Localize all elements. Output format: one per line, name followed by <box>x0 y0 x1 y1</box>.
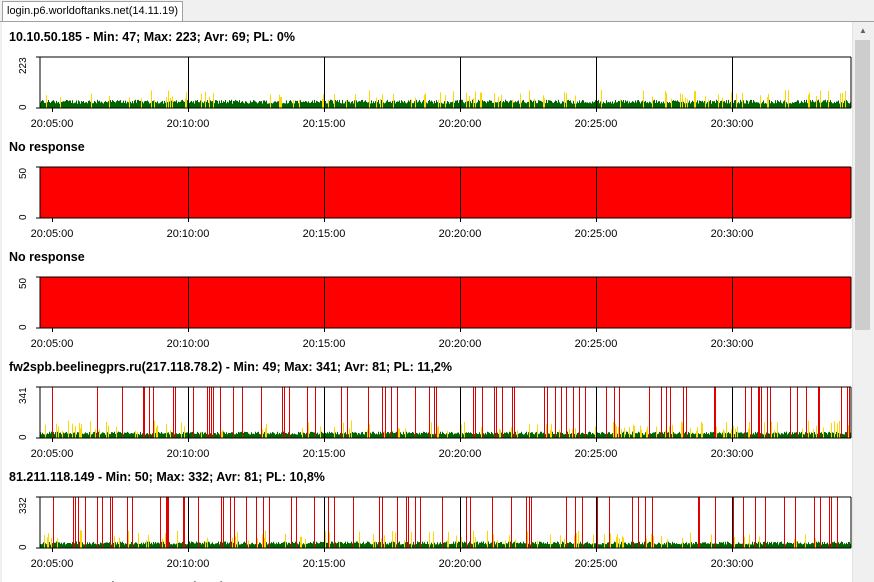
tab-bar: login.p6.worldoftanks.net(14.11.19) <box>0 0 874 22</box>
x-tick-label: 20:30:00 <box>711 448 754 460</box>
y-axis-max-label: 50 <box>18 277 29 289</box>
x-tick-label: 20:05:00 <box>31 338 74 350</box>
triangle-up-icon[interactable]: ▲ <box>853 22 873 39</box>
x-tick-label: 20:20:00 <box>439 228 482 240</box>
y-axis-max-label: 50 <box>18 167 29 179</box>
x-tick-label: 20:10:00 <box>167 558 210 570</box>
ping-charts: 10.10.50.185 - Min: 47; Max: 223; Avr: 6… <box>9 30 852 582</box>
scrollbar-thumb[interactable] <box>855 40 870 330</box>
y-axis-min-label: 0 <box>18 324 29 330</box>
x-tick-label: 20:05:00 <box>31 118 74 130</box>
x-tick-label: 20:25:00 <box>575 228 618 240</box>
x-tick-label: 20:10:00 <box>167 118 210 130</box>
x-tick-label: 20:05:00 <box>31 448 74 460</box>
x-tick-label: 20:15:00 <box>303 448 346 460</box>
chart-title: 81.211.118.149 - Min: 50; Max: 332; Avr:… <box>9 470 325 484</box>
x-tick-label: 20:15:00 <box>303 338 346 350</box>
no-response-fill <box>40 167 851 218</box>
x-tick-label: 20:20:00 <box>439 448 482 460</box>
tab-login-host[interactable]: login.p6.worldoftanks.net(14.11.19) <box>2 1 184 21</box>
x-tick-label: 20:30:00 <box>711 118 754 130</box>
x-tick-label: 20:30:00 <box>711 338 754 350</box>
x-tick-label: 20:20:00 <box>439 558 482 570</box>
x-tick-label: 20:25:00 <box>575 448 618 460</box>
no-response-fill <box>40 277 851 328</box>
x-tick-label: 20:30:00 <box>711 558 754 570</box>
y-axis-max-label: 332 <box>18 497 29 514</box>
chart-panel: 10.10.50.185 - Min: 47; Max: 223; Avr: 6… <box>2 22 852 582</box>
y-axis-min-label: 0 <box>18 544 29 550</box>
y-axis-max-label: 223 <box>18 57 29 74</box>
x-tick-label: 20:10:00 <box>167 338 210 350</box>
x-tick-label: 20:05:00 <box>31 228 74 240</box>
y-axis-min-label: 0 <box>18 214 29 220</box>
x-tick-label: 20:20:00 <box>439 338 482 350</box>
x-tick-label: 20:10:00 <box>167 448 210 460</box>
x-tick-label: 20:10:00 <box>167 228 210 240</box>
x-tick-label: 20:05:00 <box>31 558 74 570</box>
x-tick-label: 20:25:00 <box>575 338 618 350</box>
x-tick-label: 20:25:00 <box>575 118 618 130</box>
vertical-scrollbar[interactable]: ▲ <box>852 22 873 582</box>
y-axis-min-label: 0 <box>18 434 29 440</box>
x-tick-label: 20:20:00 <box>439 118 482 130</box>
x-tick-label: 20:30:00 <box>711 228 754 240</box>
chart-title: fw2spb.beelinegprs.ru(217.118.78.2) - Mi… <box>9 360 452 374</box>
chart-title: No response <box>9 140 85 154</box>
chart-title: 10.10.50.185 - Min: 47; Max: 223; Avr: 6… <box>9 30 295 44</box>
x-tick-label: 20:15:00 <box>303 228 346 240</box>
y-axis-max-label: 341 <box>18 387 29 404</box>
x-tick-label: 20:15:00 <box>303 118 346 130</box>
x-tick-label: 20:25:00 <box>575 558 618 570</box>
x-tick-label: 20:15:00 <box>303 558 346 570</box>
y-axis-min-label: 0 <box>18 104 29 110</box>
chart-title: No response <box>9 250 85 264</box>
